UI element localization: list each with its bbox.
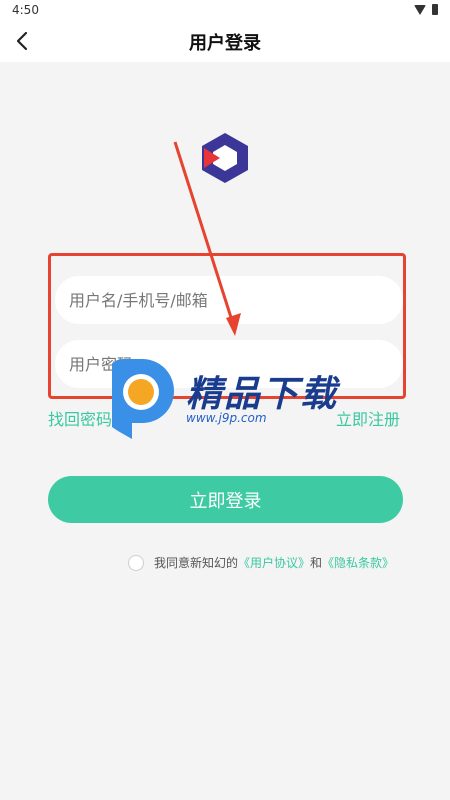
header: 用户登录 [0, 20, 450, 62]
login-button[interactable]: 立即登录 [48, 476, 403, 523]
privacy-policy-link[interactable]: 《隐私条款》 [322, 554, 394, 571]
status-time: 4:50 [12, 3, 39, 17]
agreement-conjunction: 和 [310, 556, 323, 570]
watermark-logo-icon [112, 359, 174, 439]
agree-checkbox[interactable] [128, 554, 144, 571]
status-icons [414, 4, 438, 15]
status-bar: 4:50 [0, 0, 450, 20]
agreement-prefix: 我同意新知幻的 [154, 556, 239, 570]
wifi-icon [414, 4, 426, 15]
watermark-text: 精品下载 [186, 374, 339, 415]
username-input[interactable] [55, 276, 403, 324]
agreement-row: 我同意新知幻的 《用户协议》 和 《隐私条款》 [128, 554, 394, 571]
page-title: 用户登录 [189, 33, 261, 54]
watermark-url: www.j9p.com [186, 411, 267, 425]
battery-icon [432, 4, 438, 15]
watermark: 精品下载 www.j9p.com [98, 355, 358, 445]
app-logo [202, 133, 248, 183]
user-agreement-link[interactable]: 《用户协议》 [238, 554, 310, 571]
